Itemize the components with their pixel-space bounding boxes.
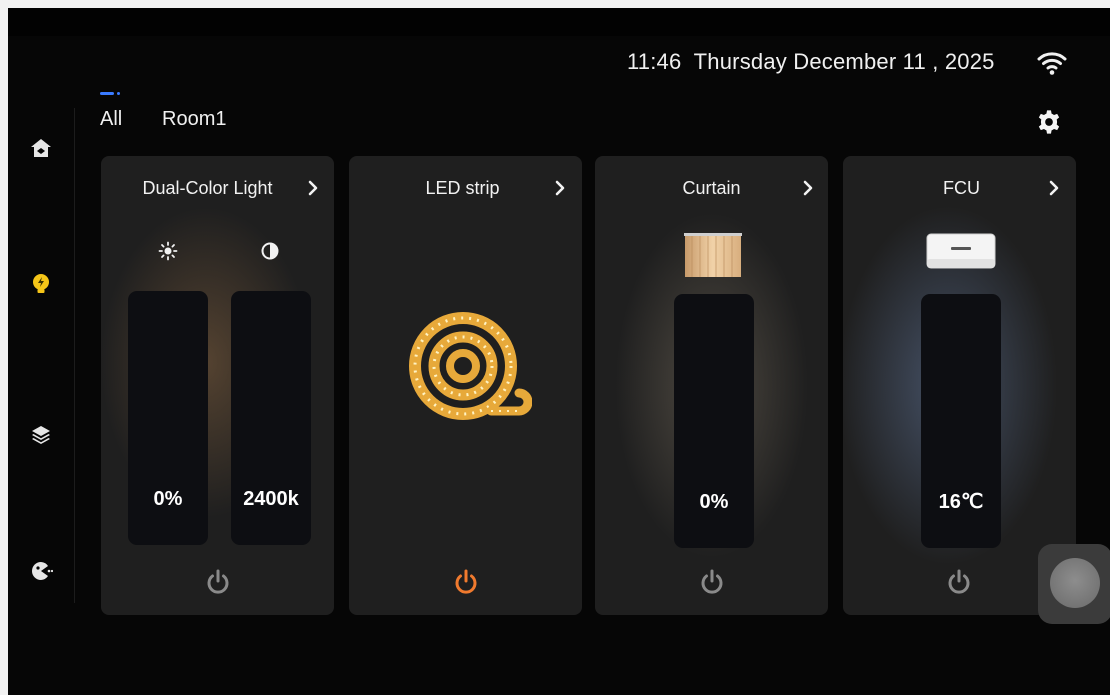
clock-date: Thursday December 11 , 2025 [693, 49, 995, 74]
card-title: LED strip [425, 178, 500, 198]
mode-icon [31, 562, 53, 580]
chevron-right-icon[interactable] [801, 179, 815, 197]
smart-home-panel: 11:46 Thursday December 11 , 2025 All Ro… [8, 8, 1110, 695]
tab-all[interactable]: All [100, 108, 122, 131]
home-icon [31, 139, 51, 157]
top-shade [8, 8, 1110, 36]
card-title: FCU [943, 178, 980, 198]
curtain-icon [684, 233, 742, 277]
curtain-position-slider[interactable]: 0% [674, 294, 754, 548]
sidebar-item-lighting[interactable] [28, 271, 54, 297]
chevron-right-icon[interactable] [553, 179, 567, 197]
chevron-right-icon[interactable] [306, 179, 320, 197]
sidebar [8, 103, 74, 613]
power-icon[interactable] [204, 568, 232, 596]
color-temperature-slider[interactable]: 2400k [231, 291, 311, 545]
gear-icon[interactable] [1035, 108, 1063, 136]
brightness-slider[interactable]: 0% [128, 291, 208, 545]
temperature-slider[interactable]: 16℃ [921, 294, 1001, 548]
temperature-value: 16℃ [938, 491, 984, 513]
sidebar-divider [74, 108, 75, 603]
sun-icon [158, 241, 178, 261]
power-icon[interactable] [945, 568, 973, 596]
card-led-strip[interactable]: LED strip [349, 156, 582, 615]
curtain-position-value: 0% [699, 491, 729, 513]
card-curtain[interactable]: Curtain 0% [595, 156, 828, 615]
sidebar-item-scenes[interactable] [28, 421, 54, 447]
card-title: Curtain [682, 178, 741, 198]
clock-time: 11:46 [627, 49, 682, 74]
lightbulb-icon [33, 274, 49, 293]
chevron-right-icon[interactable] [1047, 179, 1061, 197]
wifi-icon [1037, 52, 1067, 75]
contrast-icon [261, 242, 279, 260]
brightness-value: 0% [153, 488, 183, 510]
floating-button-knob [1050, 558, 1100, 608]
power-icon[interactable] [698, 568, 726, 596]
card-title: Dual-Color Light [142, 178, 273, 198]
led-strip-icon [409, 312, 532, 420]
floating-assistive-button[interactable] [1038, 544, 1110, 624]
layers-icon [32, 426, 50, 444]
card-dual-color-light[interactable]: Dual-Color Light 0% 2400k [101, 156, 334, 615]
tab-room1[interactable]: Room1 [162, 108, 226, 131]
color-temperature-value: 2400k [243, 488, 299, 510]
tab-active-indicator [100, 92, 122, 95]
card-fcu[interactable]: FCU 16℃ [843, 156, 1076, 615]
sidebar-item-mode[interactable] [28, 558, 54, 584]
sidebar-item-home[interactable] [28, 135, 54, 161]
datetime: 11:46 Thursday December 11 , 2025 [627, 49, 995, 79]
power-icon[interactable] [452, 568, 480, 596]
air-conditioner-icon [926, 233, 996, 269]
